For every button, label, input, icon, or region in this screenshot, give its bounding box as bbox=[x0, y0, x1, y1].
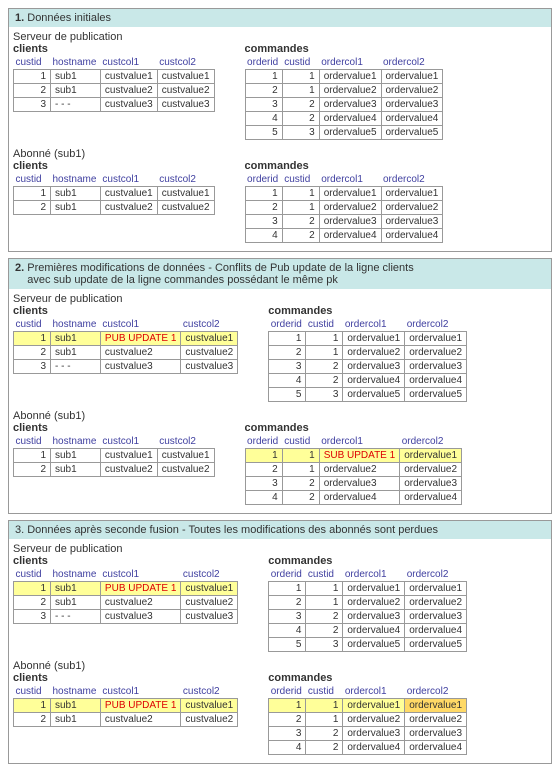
table-name: clients bbox=[13, 672, 238, 684]
sub-clients-table: custidhostnamecustcol1custcol2 1sub1PUB … bbox=[13, 685, 238, 727]
sub-commandes-table: orderidcustidordercol1ordercol2 11orderv… bbox=[245, 173, 444, 243]
sub-label: Abonné (sub1) bbox=[13, 148, 551, 160]
table-name: commandes bbox=[268, 555, 467, 567]
pub-clients-table: custidhostnamecustcol1custcol2 1sub1PUB … bbox=[13, 568, 238, 624]
table-name: clients bbox=[13, 422, 215, 434]
pub-commandes-table: orderidcustidordercol1ordercol2 11orderv… bbox=[268, 568, 467, 652]
table-name: commandes bbox=[245, 43, 444, 55]
pub-clients-table: custidhostnamecustcol1custcol2 1sub1PUB … bbox=[13, 318, 238, 374]
section-3-header: 3. Données après seconde fusion - Toutes… bbox=[9, 521, 551, 539]
sub-clients-table: custidhostnamecustcol1custcol2 1sub1cust… bbox=[13, 435, 215, 477]
pub-label: Serveur de publication bbox=[13, 31, 551, 43]
section-2-header: 2. Premières modifications de données - … bbox=[9, 259, 551, 289]
section-2: 2. Premières modifications de données - … bbox=[8, 258, 552, 514]
section-1: 1. Données initiales Serveur de publicat… bbox=[8, 8, 552, 252]
sub-label: Abonné (sub1) bbox=[13, 660, 551, 672]
table-name: clients bbox=[13, 305, 238, 317]
section-1-header: 1. Données initiales bbox=[9, 9, 551, 27]
pub-label: Serveur de publication bbox=[13, 543, 551, 555]
table-name: commandes bbox=[245, 422, 462, 434]
table-name: commandes bbox=[268, 672, 467, 684]
pub-commandes-table: orderidcustidordercol1ordercol2 11orderv… bbox=[245, 56, 444, 140]
table-name: clients bbox=[13, 160, 215, 172]
section-3: 3. Données après seconde fusion - Toutes… bbox=[8, 520, 552, 764]
sub-commandes-table: orderidcustidordercol1ordercol2 11orderv… bbox=[268, 685, 467, 755]
pub-clients-table: custidhostnamecustcol1custcol2 1sub1cust… bbox=[13, 56, 215, 112]
pub-commandes-table: orderidcustidordercol1ordercol2 11orderv… bbox=[268, 318, 467, 402]
sub-clients-table: custidhostnamecustcol1custcol2 1sub1cust… bbox=[13, 173, 215, 215]
table-name: clients bbox=[13, 555, 238, 567]
pub-label: Serveur de publication bbox=[13, 293, 551, 305]
table-name: commandes bbox=[268, 305, 467, 317]
sub-label: Abonné (sub1) bbox=[13, 410, 551, 422]
table-name: commandes bbox=[245, 160, 444, 172]
sub-commandes-table: orderidcustidordercol1ordercol2 11SUB UP… bbox=[245, 435, 462, 505]
table-name: clients bbox=[13, 43, 215, 55]
